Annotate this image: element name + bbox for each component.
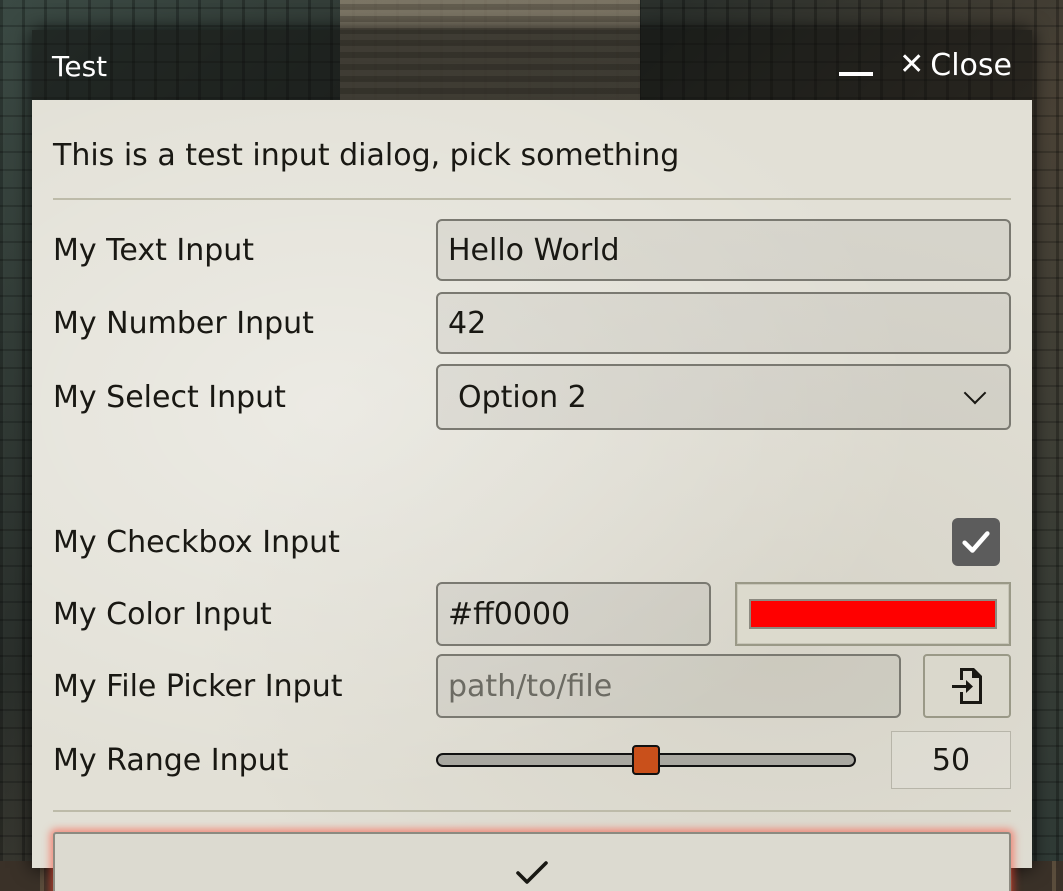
range-input-label: My Range Input: [53, 742, 289, 778]
checkbox-input[interactable]: [952, 518, 1000, 566]
number-input-value: 42: [448, 305, 487, 341]
color-swatch: [749, 599, 997, 629]
close-icon: ✕: [899, 47, 925, 82]
number-input-label: My Number Input: [53, 305, 314, 341]
file-picker-label: My File Picker Input: [53, 668, 343, 704]
color-input-label: My Color Input: [53, 596, 272, 632]
dialog-content: This is a test input dialog, pick someth…: [32, 100, 1032, 891]
window-title: Test: [52, 49, 108, 83]
select-input-row: My Select Input Option 2: [53, 364, 1011, 430]
range-thumb[interactable]: [632, 745, 660, 775]
range-value: 50: [931, 742, 971, 778]
file-path-placeholder: path/to/file: [448, 668, 613, 704]
text-input-value: Hello World: [448, 232, 620, 268]
close-label: Close: [930, 47, 1012, 83]
color-hex-value: #ff0000: [448, 596, 571, 632]
footer-divider: [53, 810, 1011, 812]
number-input[interactable]: 42: [436, 292, 1011, 354]
range-slider[interactable]: [436, 740, 856, 780]
chevron-down-icon: [963, 381, 987, 405]
check-icon: [516, 861, 548, 884]
range-input-row: My Range Input 50: [53, 731, 1011, 789]
close-button[interactable]: ✕ Close: [899, 48, 1012, 83]
check-icon: [962, 531, 990, 553]
color-input-row: My Color Input #ff0000: [53, 582, 1011, 646]
minimize-icon[interactable]: [839, 50, 874, 80]
dialog-description: This is a test input dialog, pick someth…: [53, 100, 1011, 200]
checkbox-input-label: My Checkbox Input: [53, 524, 340, 560]
select-input[interactable]: Option 2: [436, 364, 1011, 430]
header-controls: ✕ Close: [839, 48, 1012, 83]
file-import-icon: [952, 668, 982, 704]
submit-button[interactable]: [53, 832, 1011, 891]
file-picker-row: My File Picker Input path/to/file: [53, 654, 1011, 718]
text-input[interactable]: Hello World: [436, 219, 1011, 281]
select-input-label: My Select Input: [53, 379, 286, 415]
number-input-row: My Number Input 42: [53, 292, 1011, 354]
input-dialog-window: Test ✕ Close This is a test input dialog…: [32, 30, 1032, 891]
range-value-input[interactable]: 50: [891, 731, 1011, 789]
file-path-input[interactable]: path/to/file: [436, 654, 901, 718]
window-header[interactable]: Test ✕ Close: [32, 30, 1032, 100]
text-input-row: My Text Input Hello World: [53, 219, 1011, 281]
checkbox-input-row: My Checkbox Input: [53, 512, 1011, 572]
color-picker-button[interactable]: [735, 582, 1011, 646]
select-selected-value: Option 2: [458, 379, 587, 415]
file-picker-button[interactable]: [923, 654, 1011, 718]
color-hex-input[interactable]: #ff0000: [436, 582, 711, 646]
text-input-label: My Text Input: [53, 232, 255, 268]
